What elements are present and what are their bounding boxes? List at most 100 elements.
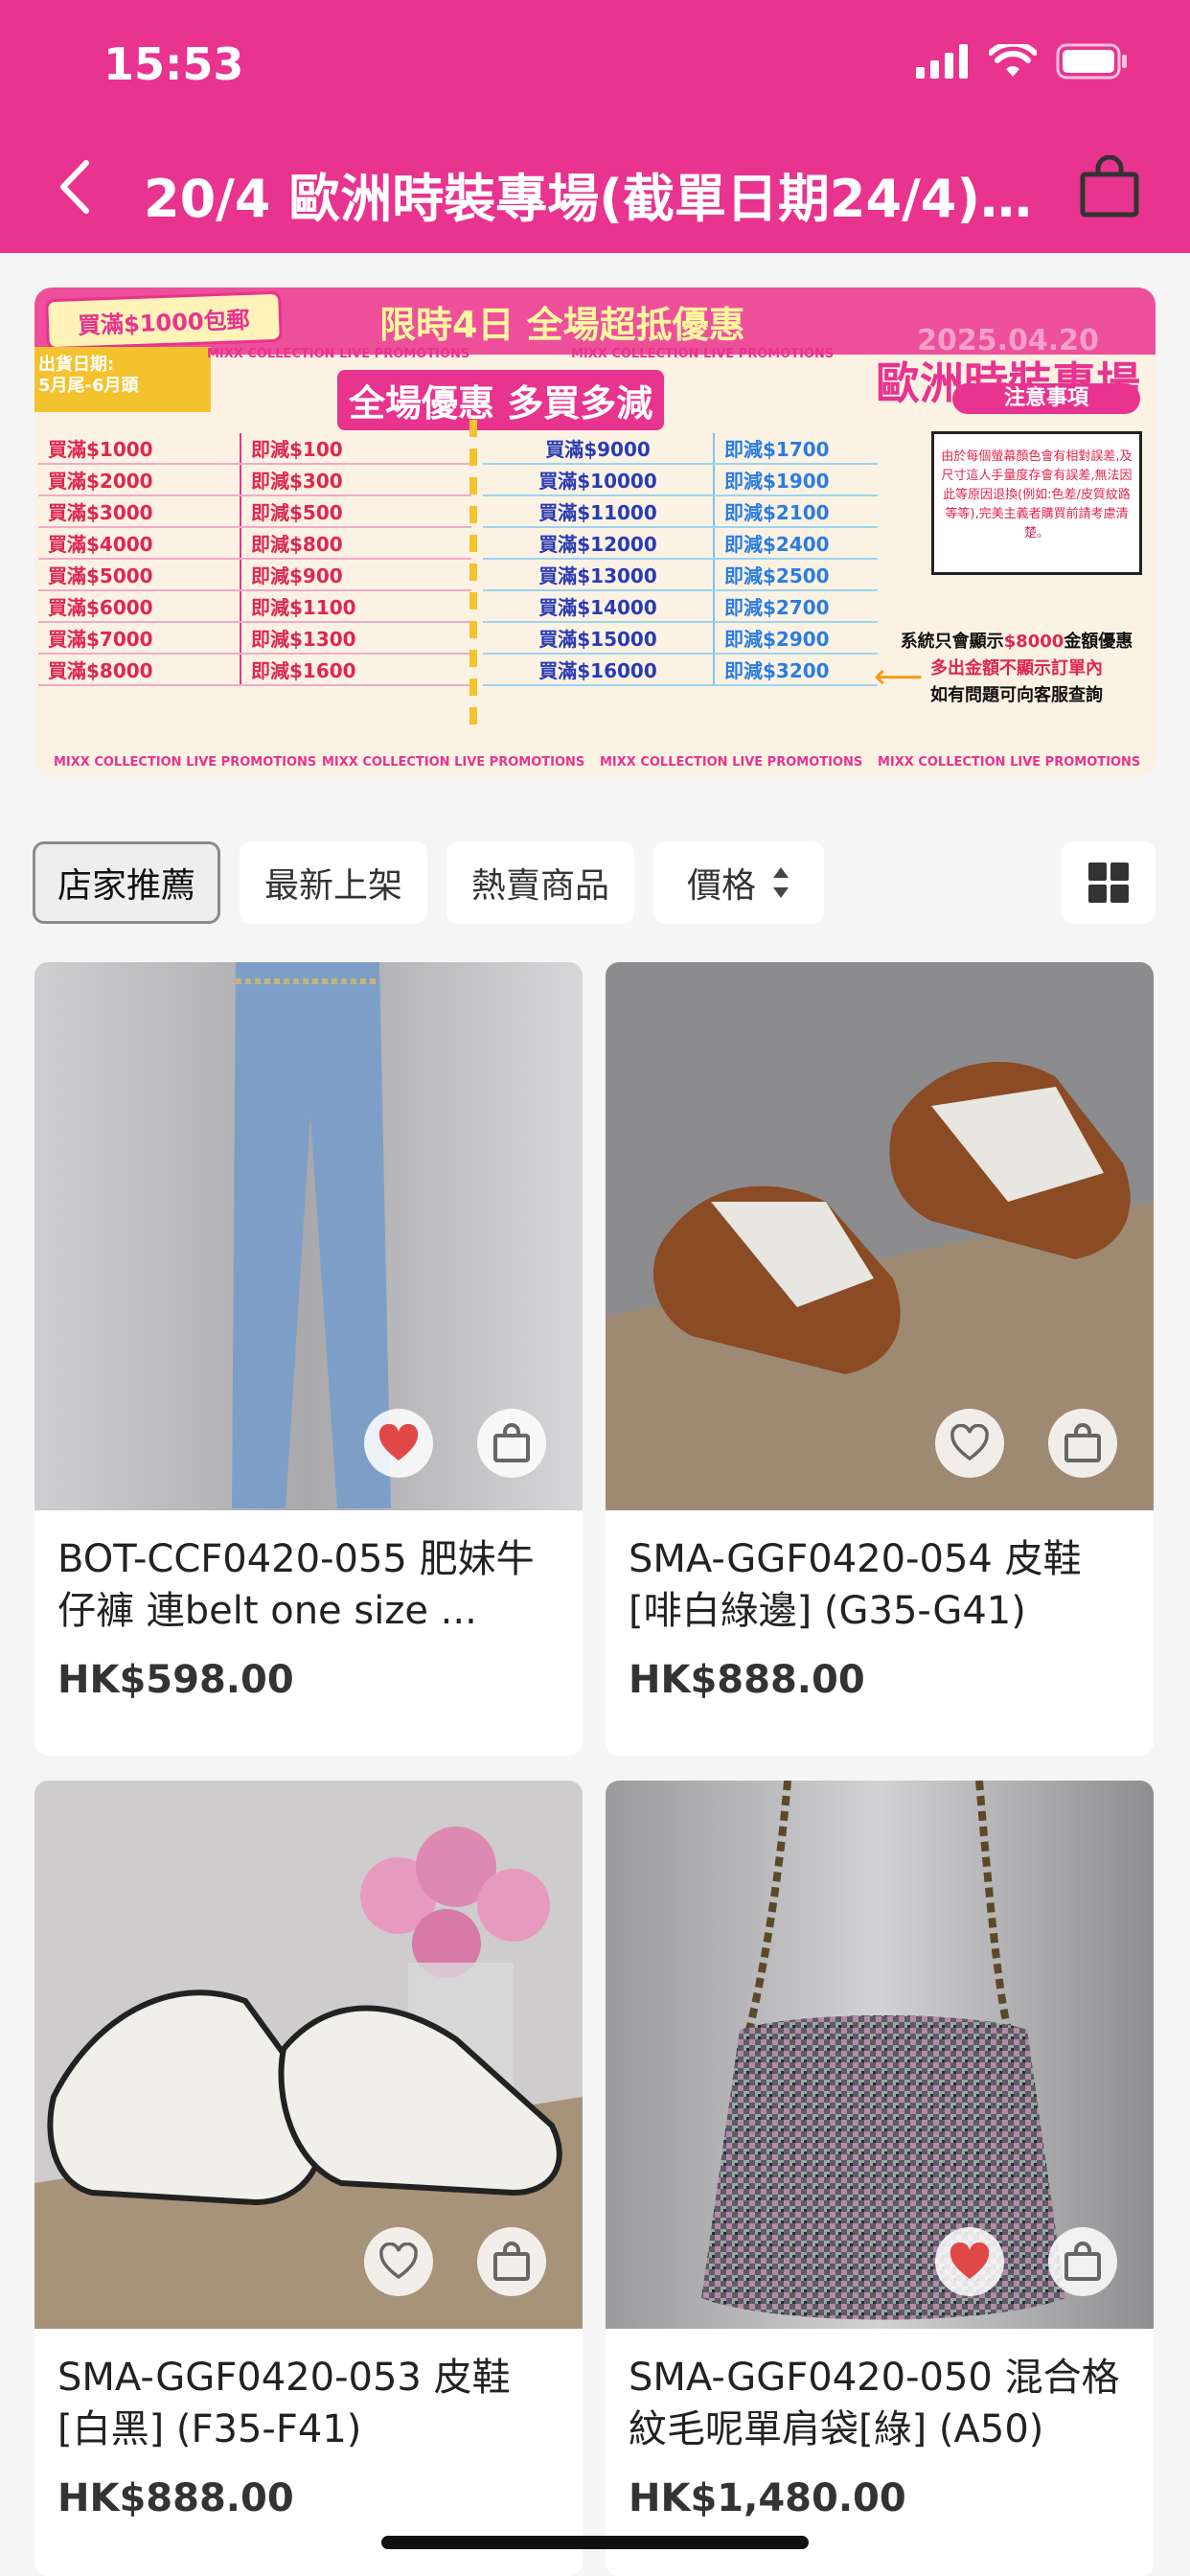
product-price: HK$888.00 xyxy=(57,2476,294,2520)
filter-newest[interactable]: 最新上架 xyxy=(240,841,427,924)
favorite-button[interactable] xyxy=(364,2227,433,2296)
tier-threshold: 買滿$3000 xyxy=(38,495,241,528)
product-card[interactable]: SMA-GGF0420-054 皮鞋[啡白綠邊] (G35-G41) HK$88… xyxy=(606,962,1154,1756)
signal-icon xyxy=(916,44,968,79)
banner-watermark: MIXX COLLECTION LIVE PROMOTIONS xyxy=(600,755,863,770)
battery-icon xyxy=(1056,43,1127,80)
heart-filled-icon xyxy=(950,2242,990,2279)
notice-title: 注意事項 xyxy=(952,383,1140,414)
tier-threshold: 買滿$2000 xyxy=(38,464,241,496)
filter-recommended[interactable]: 店家推薦 xyxy=(33,841,220,924)
product-price: HK$598.00 xyxy=(57,1658,294,1702)
sort-icon xyxy=(773,867,789,898)
banner-watermark: MIXX COLLECTION LIVE PROMOTIONS xyxy=(207,347,470,361)
heart-outline-icon xyxy=(950,1424,989,1461)
favorite-button[interactable] xyxy=(364,1409,433,1478)
product-card[interactable]: SMA-GGF0420-053 皮鞋[白黑] (F35-F41) HK$888.… xyxy=(34,1781,583,2576)
tier-discount: 即減$1900 xyxy=(714,464,878,496)
tier-discount: 即減$300 xyxy=(240,464,471,496)
discount-tier-row: 買滿$7000 即減$1300 xyxy=(38,622,471,655)
discount-tier-row: 買滿$12000 即減$2400 xyxy=(483,527,878,560)
product-price: HK$888.00 xyxy=(629,1658,865,1702)
product-title: SMA-GGF0420-050 混合格紋毛呢單肩袋[綠] (A50) xyxy=(629,2356,1120,2451)
product-price: HK$1,480.00 xyxy=(629,2476,906,2520)
banner-watermark: MIXX COLLECTION LIVE PROMOTIONS xyxy=(878,755,1141,770)
tier-discount: 即減$2500 xyxy=(714,559,878,591)
discount-tier-row: 買滿$14000 即減$2700 xyxy=(483,590,878,623)
product-card[interactable]: BOT-CCF0420-055 肥妹牛仔褲 連belt one size ...… xyxy=(34,962,583,1756)
tier-threshold: 買滿$6000 xyxy=(38,590,241,623)
favorite-button[interactable] xyxy=(935,1409,1004,1478)
add-to-cart-button[interactable] xyxy=(1048,1409,1117,1478)
discount-tier-row: 買滿$15000 即減$2900 xyxy=(483,622,878,655)
tier-threshold: 買滿$9000 xyxy=(483,433,715,465)
discount-tier-row: 買滿$16000 即減$3200 xyxy=(483,654,878,686)
discount-tier-row: 買滿$11000 即減$2100 xyxy=(483,495,878,528)
notice-box: 由於每個螢幕顏色會有相對誤差,及尺寸這人手量度存會有誤差,無法因此等原因退換(例… xyxy=(931,431,1142,575)
heart-filled-icon xyxy=(378,1424,419,1460)
tier-threshold: 買滿$15000 xyxy=(483,622,715,655)
discount-tier-row: 買滿$2000 即減$300 xyxy=(38,464,471,496)
tier-discount: 即減$100 xyxy=(240,433,471,465)
banner-divider xyxy=(469,420,477,736)
discount-tier-row: 買滿$5000 即減$900 xyxy=(38,559,471,591)
product-card[interactable]: SMA-GGF0420-050 混合格紋毛呢單肩袋[綠] (A50) HK$1,… xyxy=(606,1781,1154,2576)
page-title: 20/4 歐洲時裝專場(截單日期24/4)... xyxy=(144,169,1035,229)
promo-banner[interactable]: 買滿$1000包郵 限時4日 全場超抵優惠 出貨日期: 5月尾-6月頭 MIXX… xyxy=(34,288,1156,776)
cart-bag-icon xyxy=(1064,2242,1101,2281)
free-shipping-badge: 買滿$1000包郵 xyxy=(45,290,283,351)
heart-outline-icon xyxy=(379,2242,418,2280)
tier-threshold: 買滿$13000 xyxy=(483,559,715,591)
tier-discount: 即減$2100 xyxy=(714,495,878,528)
grid-view-button[interactable] xyxy=(1062,841,1156,924)
ship-date-tag: 出貨日期: 5月尾-6月頭 xyxy=(34,347,211,412)
cart-bag-icon xyxy=(493,2242,530,2281)
banner-watermark: MIXX COLLECTION LIVE PROMOTIONS xyxy=(322,755,585,770)
tier-threshold: 買滿$1000 xyxy=(38,433,241,465)
tier-threshold: 買滿$8000 xyxy=(38,654,241,686)
add-to-cart-button[interactable] xyxy=(477,1409,546,1478)
discount-tier-row: 買滿$1000 即減$100 xyxy=(38,433,471,465)
wifi-icon xyxy=(989,44,1037,77)
filter-hot[interactable]: 熱賣商品 xyxy=(446,841,634,924)
note-line-1a: 系統只會顯示 xyxy=(900,632,1004,652)
discount-tier-row: 買滿$8000 即減$1600 xyxy=(38,654,471,686)
filter-bar: 店家推薦 最新上架 熱賣商品 價格 xyxy=(0,824,1190,930)
product-title: SMA-GGF0420-053 皮鞋[白黑] (F35-F41) xyxy=(57,2356,511,2451)
shopping-bag-icon[interactable] xyxy=(1079,155,1140,218)
note-line-3: 如有問題可向客服查詢 xyxy=(930,685,1103,705)
tier-threshold: 買滿$12000 xyxy=(483,527,715,560)
discount-table-right: 買滿$9000 即減$1700 買滿$10000 即減$1900 買滿$11000 即減$… xyxy=(483,433,878,686)
tier-discount: 即減$500 xyxy=(240,495,471,528)
banner-headline: 限時4日 全場超抵優惠 xyxy=(379,304,745,346)
product-title: BOT-CCF0420-055 肥妹牛仔褲 連belt one size ... xyxy=(57,1537,535,1633)
tier-threshold: 買滿$16000 xyxy=(483,654,715,686)
discount-tier-row: 買滿$4000 即減$800 xyxy=(38,527,471,560)
tier-discount: 即減$1100 xyxy=(240,590,471,623)
tier-discount: 即減$3200 xyxy=(714,654,878,686)
tier-threshold: 買滿$10000 xyxy=(483,464,715,496)
product-title: SMA-GGF0420-054 皮鞋[啡白綠邊] (G35-G41) xyxy=(629,1537,1082,1633)
tier-threshold: 買滿$14000 xyxy=(483,590,715,623)
favorite-button[interactable] xyxy=(935,2227,1004,2296)
discount-tier-row: 買滿$13000 即減$2500 xyxy=(483,559,878,591)
tier-threshold: 買滿$7000 xyxy=(38,622,241,655)
app-header: 15:53 20/4 歐洲時裝專場(截單日期24/4)... xyxy=(0,0,1190,253)
ship-date-value: 5月尾-6月頭 xyxy=(38,376,139,396)
tier-discount: 即減$2900 xyxy=(714,622,878,655)
event-date: 2025.04.20 xyxy=(917,324,1099,357)
add-to-cart-button[interactable] xyxy=(477,2227,546,2296)
cart-bag-icon xyxy=(1064,1423,1101,1462)
note-line-1c: 金額優惠 xyxy=(1064,632,1133,652)
tier-discount: 即減$1700 xyxy=(714,433,878,465)
tier-discount: 即減$800 xyxy=(240,527,471,560)
tier-discount: 即減$1600 xyxy=(240,654,471,686)
discount-note: 系統只會顯示$8000金額優惠 多出金額不顯示訂單內 如有問題可向客服查詢 xyxy=(878,629,1156,709)
back-arrow-icon[interactable] xyxy=(56,159,94,215)
add-to-cart-button[interactable] xyxy=(1048,2227,1117,2296)
filter-price[interactable]: 價格 xyxy=(653,841,824,924)
home-indicator[interactable] xyxy=(381,2536,809,2549)
tier-threshold: 買滿$4000 xyxy=(38,527,241,560)
tier-discount: 即減$900 xyxy=(240,559,471,591)
cart-bag-icon xyxy=(493,1423,530,1462)
